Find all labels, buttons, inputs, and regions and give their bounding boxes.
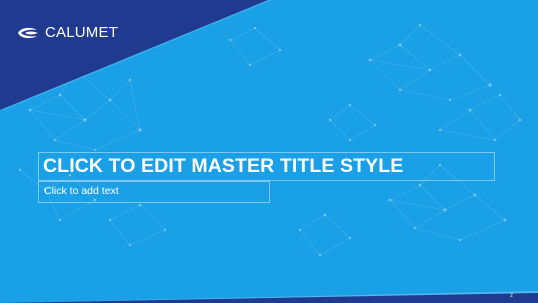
- text-placeholder-text: Click to add text: [44, 185, 119, 197]
- brand-logo: CALUMET: [16, 24, 118, 41]
- calumet-logo-icon: [18, 27, 38, 38]
- text-placeholder[interactable]: Click to add text: [38, 181, 270, 203]
- slide-number: 2: [510, 293, 513, 299]
- slide-canvas: CALUMET CLICK TO EDIT MASTER TITLE STYLE…: [0, 0, 538, 303]
- brand-name: CALUMET: [45, 24, 119, 41]
- title-placeholder[interactable]: CLICK TO EDIT MASTER TITLE STYLE: [38, 152, 495, 181]
- title-placeholder-text: CLICK TO EDIT MASTER TITLE STYLE: [43, 155, 404, 177]
